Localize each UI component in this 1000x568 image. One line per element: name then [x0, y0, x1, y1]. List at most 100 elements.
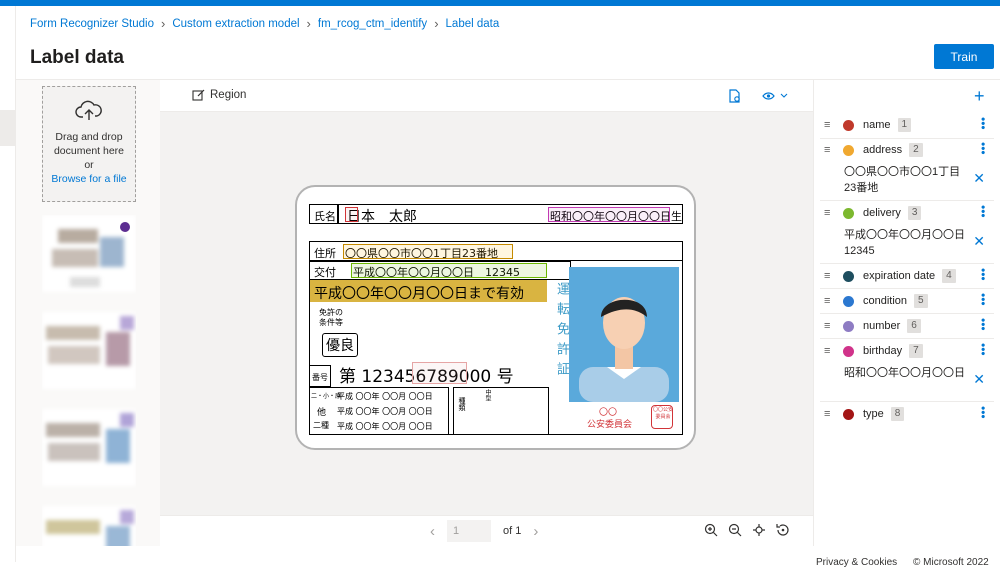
field-color-dot — [843, 270, 854, 282]
issue-label: 交付 — [314, 266, 336, 279]
category-date-2: 平成 〇〇年 〇〇月 〇〇日 — [337, 407, 433, 416]
chu-label: 中型 — [484, 389, 491, 401]
field-color-dot — [843, 295, 854, 307]
more-options-icon[interactable]: ••• — [976, 142, 990, 155]
birthday-label-region[interactable] — [548, 207, 670, 222]
breadcrumb-label-data[interactable]: Label data — [446, 18, 500, 30]
more-options-icon[interactable]: ••• — [976, 205, 990, 218]
field-type[interactable]: ≡ type 8 ••• — [820, 403, 994, 425]
page-number-input[interactable]: 1 — [447, 520, 491, 542]
field-address[interactable]: ≡ address 2 ••• 〇〇県〇〇市〇〇1丁目23番地 ✕ — [820, 139, 994, 196]
drag-handle-icon[interactable]: ≡ — [824, 208, 835, 219]
canvas-toolbar — [160, 80, 813, 112]
dropzone-text-1: Drag and drop — [55, 131, 123, 143]
privacy-link[interactable]: Privacy & Cookies — [816, 557, 897, 568]
breadcrumb-studio[interactable]: Form Recognizer Studio — [30, 18, 154, 30]
field-index-badge: 4 — [942, 269, 956, 283]
drag-handle-icon[interactable]: ≡ — [824, 271, 835, 282]
zoom-out-icon[interactable] — [728, 523, 742, 537]
name-label-region[interactable] — [345, 207, 358, 222]
name-divider — [337, 204, 339, 224]
issuer-name: 公安委員会 — [587, 420, 633, 430]
kind-label: 種類 — [458, 397, 466, 411]
field-divider — [820, 338, 994, 339]
zoom-in-icon[interactable] — [704, 523, 718, 537]
drag-handle-icon[interactable]: ≡ — [824, 321, 835, 332]
field-label: name — [863, 119, 891, 131]
field-index-badge: 2 — [909, 143, 923, 157]
more-options-icon[interactable]: ••• — [976, 117, 990, 130]
field-index-badge: 3 — [907, 206, 922, 220]
more-options-icon[interactable]: ••• — [976, 343, 990, 356]
field-birthday[interactable]: ≡ birthday 7 ••• 昭和〇〇年〇〇月〇〇日 ✕ — [820, 340, 994, 387]
field-index-badge: 5 — [914, 294, 928, 308]
more-options-icon[interactable]: ••• — [976, 268, 990, 281]
field-divider — [820, 263, 994, 264]
drag-handle-icon[interactable]: ≡ — [824, 145, 835, 156]
address-label: 住所 — [314, 247, 336, 260]
drag-handle-icon[interactable]: ≡ — [824, 346, 835, 357]
field-divider — [820, 313, 994, 314]
seal-text: 〇〇公安委員会 — [653, 407, 673, 420]
nav-selected-item[interactable] — [0, 110, 15, 146]
category-row-3: 二種 — [313, 421, 329, 430]
field-index-badge: 8 — [890, 407, 905, 421]
person-photo-icon — [579, 297, 669, 402]
more-options-icon[interactable]: ••• — [976, 318, 990, 331]
previous-page-icon[interactable]: ‹ — [430, 523, 435, 540]
document-layout-icon[interactable] — [728, 89, 741, 103]
field-color-dot — [843, 207, 854, 219]
field-condition[interactable]: ≡ condition 5 ••• — [820, 290, 994, 312]
field-expiration-date[interactable]: ≡ expiration date 4 ••• — [820, 265, 994, 287]
chevron-right-icon: › — [161, 16, 166, 31]
document-thumbnail[interactable] — [42, 312, 136, 389]
clear-value-icon[interactable]: ✕ — [973, 233, 985, 250]
page-title: Label data — [30, 47, 124, 68]
region-tool-button[interactable]: Region — [192, 89, 246, 101]
field-label: type — [863, 408, 884, 420]
document-thumbnail[interactable] — [42, 506, 136, 546]
number-label-region[interactable] — [412, 362, 467, 384]
edit-region-icon — [192, 89, 205, 101]
rotate-icon[interactable] — [776, 523, 790, 537]
more-options-icon[interactable]: ••• — [976, 406, 990, 419]
clear-value-icon[interactable]: ✕ — [973, 371, 985, 388]
field-value: 平成〇〇年〇〇月〇〇日12345 — [844, 229, 965, 257]
visibility-dropdown-icon[interactable] — [762, 91, 790, 101]
zoom-tools — [704, 523, 790, 537]
field-color-dot — [843, 144, 854, 156]
next-page-icon[interactable]: › — [533, 523, 538, 540]
drag-handle-icon[interactable]: ≡ — [824, 296, 835, 307]
field-color-dot — [843, 345, 854, 357]
field-color-dot — [843, 119, 854, 131]
more-options-icon[interactable]: ••• — [976, 293, 990, 306]
cloud-upload-icon — [75, 100, 102, 120]
address-label-region[interactable] — [343, 244, 513, 259]
document-thumbnails — [42, 215, 136, 546]
field-number[interactable]: ≡ number 6 ••• — [820, 315, 994, 337]
breadcrumb-project[interactable]: fm_rcog_ctm_identify — [318, 18, 427, 30]
drag-handle-icon[interactable]: ≡ — [824, 120, 835, 131]
train-button[interactable]: Train — [934, 44, 994, 69]
field-color-dot — [843, 320, 854, 332]
fit-to-page-icon[interactable] — [752, 523, 766, 537]
field-value: 〇〇県〇〇市〇〇1丁目23番地 — [844, 166, 961, 194]
clear-value-icon[interactable]: ✕ — [973, 170, 985, 187]
browse-file-link[interactable]: Browse for a file — [43, 172, 135, 186]
field-index-badge: 6 — [907, 319, 921, 333]
upload-dropzone[interactable]: Drag and drop document here or Browse fo… — [42, 86, 136, 202]
breadcrumb-custom-model[interactable]: Custom extraction model — [172, 18, 299, 30]
number-label: 番号 — [312, 373, 328, 382]
field-index-badge: 7 — [909, 344, 923, 358]
document-thumbnail[interactable] — [42, 409, 136, 486]
region-tool-label: Region — [210, 89, 247, 101]
field-label: expiration date — [863, 270, 936, 282]
field-divider — [820, 288, 994, 289]
field-delivery[interactable]: ≡ delivery 3 ••• 平成〇〇年〇〇月〇〇日12345 ✕ — [820, 202, 994, 259]
drag-handle-icon[interactable]: ≡ — [824, 409, 835, 420]
add-field-icon[interactable]: + — [974, 87, 985, 105]
field-label: delivery — [863, 207, 901, 219]
footer: Privacy & Cookies © Microsoft 2022 — [16, 546, 1000, 568]
delivery-label-region[interactable] — [351, 263, 547, 278]
field-name[interactable]: ≡ name 1 ••• — [820, 114, 994, 136]
